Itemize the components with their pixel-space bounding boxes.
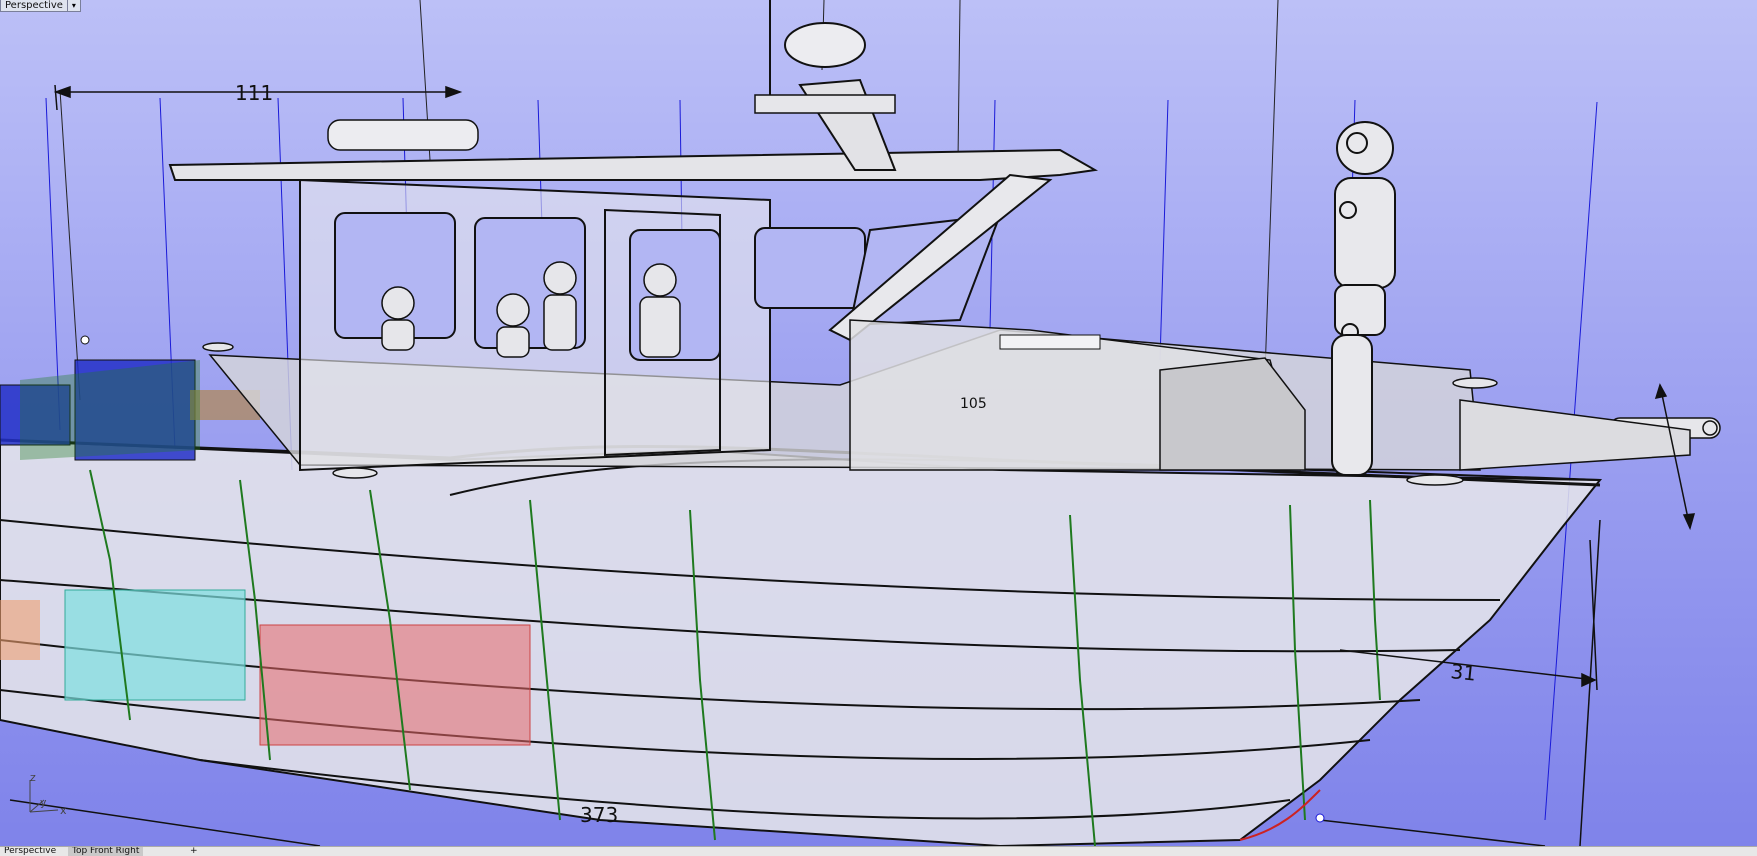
dimension-label-top: 111	[235, 81, 273, 105]
control-point[interactable]	[80, 335, 90, 345]
control-point[interactable]	[1315, 813, 1325, 823]
radar-mast	[754, 0, 897, 171]
cabin	[168, 119, 1481, 472]
dimension-label-bow: 31	[1449, 659, 1477, 686]
dimension-label-cabin: 105	[960, 396, 987, 412]
viewport-title[interactable]: Perspective	[0, 0, 68, 12]
axis-label-z: z	[30, 771, 36, 784]
axis-label-x: x	[60, 804, 67, 817]
viewport-title-bar: Perspective ▾	[0, 0, 81, 12]
boat-model-render[interactable]: 111 373 31 105 z y x	[0, 0, 1757, 846]
axis-label-y: y	[40, 796, 47, 809]
perspective-viewport[interactable]: 111 373 31 105 z y x Perspective ▾	[0, 0, 1757, 846]
viewport-menu-dropdown-icon[interactable]: ▾	[67, 0, 81, 12]
dimension-label-keel: 373	[580, 803, 618, 827]
